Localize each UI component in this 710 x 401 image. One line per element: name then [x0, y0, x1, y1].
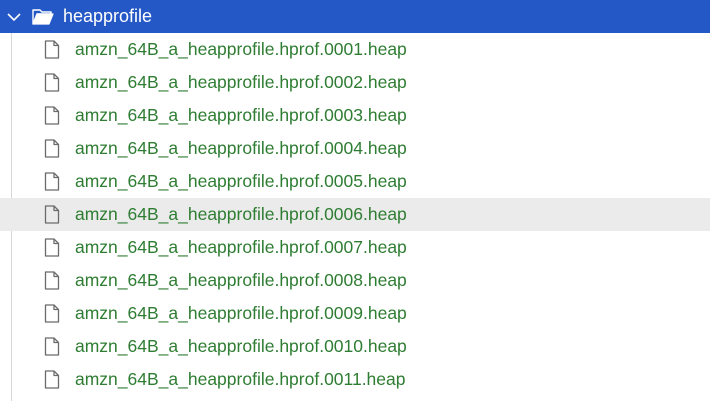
file-item[interactable]: amzn_64B_a_heapprofile.hprof.0007.heap: [0, 231, 710, 264]
file-label: amzn_64B_a_heapprofile.hprof.0010.heap: [75, 336, 407, 356]
file-item[interactable]: amzn_64B_a_heapprofile.hprof.0010.heap: [0, 330, 710, 363]
file-icon: [44, 106, 60, 125]
file-label: amzn_64B_a_heapprofile.hprof.0008.heap: [75, 270, 407, 290]
file-icon: [44, 337, 60, 356]
file-label: amzn_64B_a_heapprofile.hprof.0004.heap: [75, 138, 407, 158]
file-icon: [44, 238, 60, 257]
file-label: amzn_64B_a_heapprofile.hprof.0001.heap: [75, 39, 407, 59]
file-icon: [44, 205, 60, 224]
file-item[interactable]: amzn_64B_a_heapprofile.hprof.0002.heap: [0, 66, 710, 99]
file-label: amzn_64B_a_heapprofile.hprof.0006.heap: [75, 204, 407, 224]
folder-label: heapprofile: [63, 6, 153, 26]
file-label: amzn_64B_a_heapprofile.hprof.0007.heap: [75, 237, 407, 257]
file-icon: [44, 304, 60, 323]
file-icon: [44, 271, 60, 290]
file-tree: heapprofile amzn_64B_a_heapprofile.hprof…: [0, 0, 710, 401]
file-item[interactable]: amzn_64B_a_heapprofile.hprof.0004.heap: [0, 132, 710, 165]
folder-open-icon: [32, 9, 54, 25]
file-label: amzn_64B_a_heapprofile.hprof.0002.heap: [75, 72, 407, 92]
file-item[interactable]: amzn_64B_a_heapprofile.hprof.0011.heap: [0, 363, 710, 396]
file-label: amzn_64B_a_heapprofile.hprof.0003.heap: [75, 105, 407, 125]
file-icon: [44, 73, 60, 92]
file-icon: [44, 40, 60, 59]
file-item[interactable]: amzn_64B_a_heapprofile.hprof.0006.heap: [0, 198, 710, 231]
file-label: amzn_64B_a_heapprofile.hprof.0009.heap: [75, 303, 407, 323]
file-item[interactable]: amzn_64B_a_heapprofile.hprof.0001.heap: [0, 33, 710, 66]
file-icon: [44, 370, 60, 389]
chevron-down-icon[interactable]: [6, 9, 22, 25]
file-list: amzn_64B_a_heapprofile.hprof.0001.heapam…: [0, 33, 710, 396]
file-item[interactable]: amzn_64B_a_heapprofile.hprof.0008.heap: [0, 264, 710, 297]
file-item[interactable]: amzn_64B_a_heapprofile.hprof.0005.heap: [0, 165, 710, 198]
file-label: amzn_64B_a_heapprofile.hprof.0011.heap: [75, 369, 406, 389]
file-icon: [44, 139, 60, 158]
file-item[interactable]: amzn_64B_a_heapprofile.hprof.0009.heap: [0, 297, 710, 330]
folder-row-heapprofile[interactable]: heapprofile: [0, 0, 710, 33]
file-label: amzn_64B_a_heapprofile.hprof.0005.heap: [75, 171, 407, 191]
file-item[interactable]: amzn_64B_a_heapprofile.hprof.0003.heap: [0, 99, 710, 132]
file-icon: [44, 172, 60, 191]
